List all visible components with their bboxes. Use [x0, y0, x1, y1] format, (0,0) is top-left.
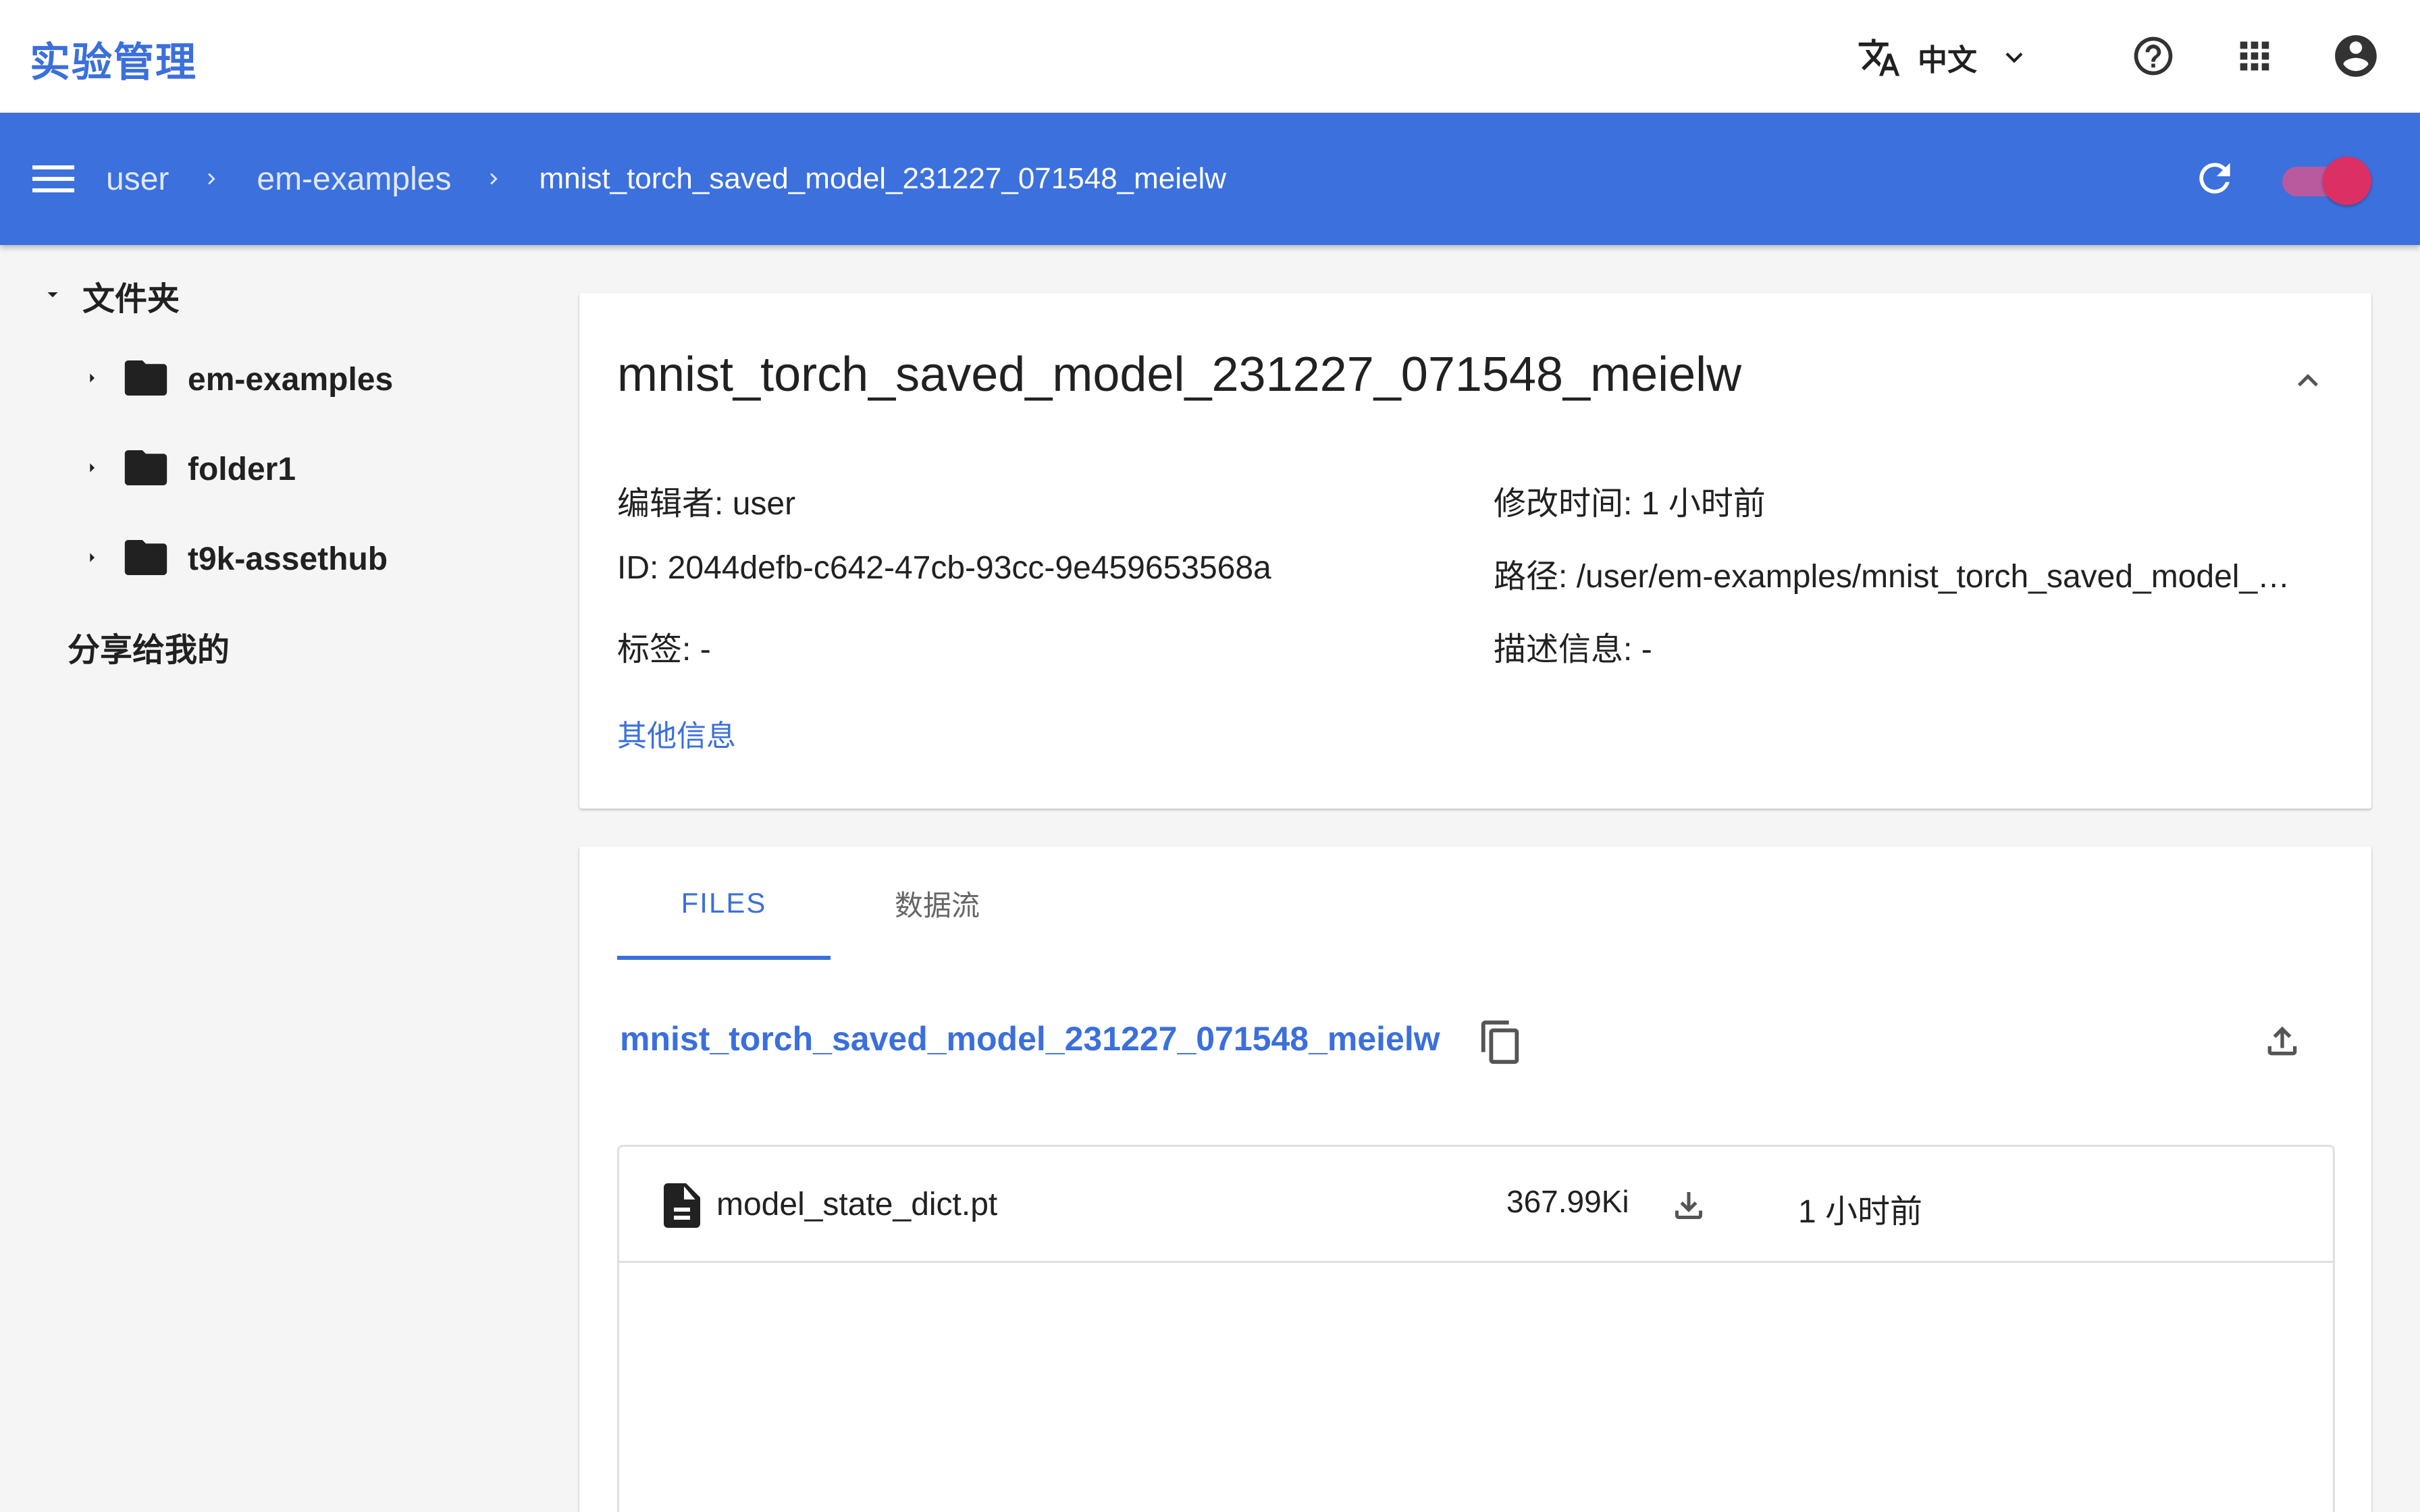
sidebar-item-label: em-examples	[188, 361, 394, 398]
meta-id-value: 2044defb-c642-47cb-93cc-9e459653568a	[667, 550, 1271, 586]
folder-icon	[124, 450, 167, 489]
meta-description: 描述信息: -	[1494, 622, 1652, 670]
meta-editor: 编辑者: user	[617, 477, 795, 524]
breadcrumb-bar: user em-examples mnist_torch_saved_model…	[0, 113, 2420, 245]
files-card: FILES 数据流 mnist_torch_saved_model_231227…	[579, 846, 2371, 1512]
meta-id: ID: 2044defb-c642-47cb-93cc-9e459653568a	[617, 549, 1271, 587]
breadcrumb-item-current: mnist_torch_saved_model_231227_071548_me…	[539, 162, 1227, 195]
page-title: mnist_torch_saved_model_231227_071548_me…	[617, 348, 1742, 402]
menu-icon	[32, 165, 74, 200]
more-info-link[interactable]: 其他信息	[617, 711, 736, 755]
refresh-icon	[2192, 163, 2238, 207]
meta-id-key: ID:	[617, 550, 659, 586]
caret-right-icon[interactable]	[81, 364, 103, 395]
file-size: 367.99Ki	[1506, 1184, 1629, 1219]
sidebar-item-folder1[interactable]: folder1	[81, 446, 296, 493]
toggle-switch-knob[interactable]	[2323, 157, 2371, 205]
upload-button[interactable]	[2261, 1019, 2304, 1062]
meta-editor-value: user	[732, 486, 796, 522]
file-modified-time: 1 小时前	[1798, 1194, 1923, 1230]
meta-description-key: 描述信息:	[1494, 632, 1633, 668]
meta-tags-key: 标签:	[617, 632, 691, 668]
translate-icon	[1857, 35, 1901, 80]
menu-button[interactable]	[32, 160, 74, 198]
upload-icon	[2261, 1026, 2304, 1065]
breadcrumb-item-user[interactable]: user	[106, 161, 169, 198]
refresh-button[interactable]	[2192, 152, 2238, 205]
caret-right-icon[interactable]	[81, 454, 103, 485]
caret-down-icon[interactable]	[41, 282, 65, 310]
account-circle-icon	[2331, 31, 2381, 84]
meta-editor-key: 编辑者:	[617, 486, 724, 522]
meta-modified-value: 1 小时前	[1641, 486, 1766, 522]
app-root: 实验管理 中文 user em-examples mnist_torch_sav…	[0, 0, 2420, 1512]
sidebar-item-em-examples[interactable]: em-examples	[81, 356, 393, 403]
help-button[interactable]	[2130, 34, 2177, 81]
app-title[interactable]: 实验管理	[30, 30, 197, 88]
meta-description-value: -	[1641, 632, 1652, 668]
folder-icon	[124, 360, 167, 399]
sidebar-folders-root[interactable]: 文件夹	[41, 272, 180, 319]
meta-path: 路径: /user/em-examples/mnist_torch_saved_…	[1494, 549, 2317, 597]
meta-tags: 标签: -	[617, 622, 711, 670]
sidebar-root-label: 文件夹	[82, 281, 180, 317]
tab-files[interactable]: FILES	[617, 846, 831, 960]
file-document-icon	[664, 1183, 700, 1231]
breadcrumb: user em-examples mnist_torch_saved_model…	[106, 113, 1226, 245]
table-row[interactable]: model_state_dict.pt 367.99Ki 1 小时前	[619, 1147, 2333, 1263]
chevron-down-icon	[1997, 40, 2031, 74]
file-name[interactable]: model_state_dict.pt	[716, 1186, 997, 1223]
tab-dataflow[interactable]: 数据流	[831, 846, 1044, 960]
caret-right-icon[interactable]	[81, 544, 103, 574]
meta-path-key: 路径:	[1494, 559, 1568, 595]
meta-path-value: /user/em-examples/mnist_torch_saved_mode…	[1576, 559, 2290, 595]
help-icon	[2130, 33, 2176, 82]
chevron-up-icon	[2288, 374, 2328, 404]
meta-modified: 修改时间: 1 小时前	[1494, 477, 1766, 524]
info-card: mnist_torch_saved_model_231227_071548_me…	[579, 293, 2371, 809]
sidebar-item-t9k-assethub[interactable]: t9k-assethub	[81, 535, 388, 583]
current-path-link[interactable]: mnist_torch_saved_model_231227_071548_me…	[620, 1019, 1440, 1058]
language-label: 中文	[1918, 44, 1977, 77]
folder-icon	[124, 539, 167, 578]
top-actions: 中文	[1857, 27, 2379, 88]
download-icon	[1668, 1192, 1709, 1229]
download-button[interactable]	[1668, 1185, 1709, 1226]
chevron-right-icon	[200, 165, 223, 192]
breadcrumb-item-em-examples[interactable]: em-examples	[257, 161, 451, 198]
apps-grid-icon	[2233, 34, 2276, 81]
sidebar-item-shared-with-me[interactable]: 分享给我的	[68, 623, 230, 670]
language-selector[interactable]: 中文	[1857, 35, 2031, 80]
copy-path-button[interactable]	[1477, 1015, 1525, 1069]
file-table: model_state_dict.pt 367.99Ki 1 小时前	[617, 1145, 2335, 1512]
copy-icon	[1477, 1020, 1525, 1072]
chevron-right-icon	[482, 165, 505, 192]
collapse-button[interactable]	[2288, 360, 2328, 401]
meta-tags-value: -	[700, 632, 711, 668]
meta-modified-key: 修改时间:	[1494, 486, 1633, 522]
sidebar-item-label: t9k-assethub	[188, 541, 388, 577]
sidebar-item-label: folder1	[188, 451, 296, 487]
top-app-bar: 实验管理 中文	[0, 0, 2420, 113]
account-button[interactable]	[2332, 34, 2379, 81]
tab-active-indicator	[617, 956, 831, 960]
apps-button[interactable]	[2231, 34, 2278, 81]
